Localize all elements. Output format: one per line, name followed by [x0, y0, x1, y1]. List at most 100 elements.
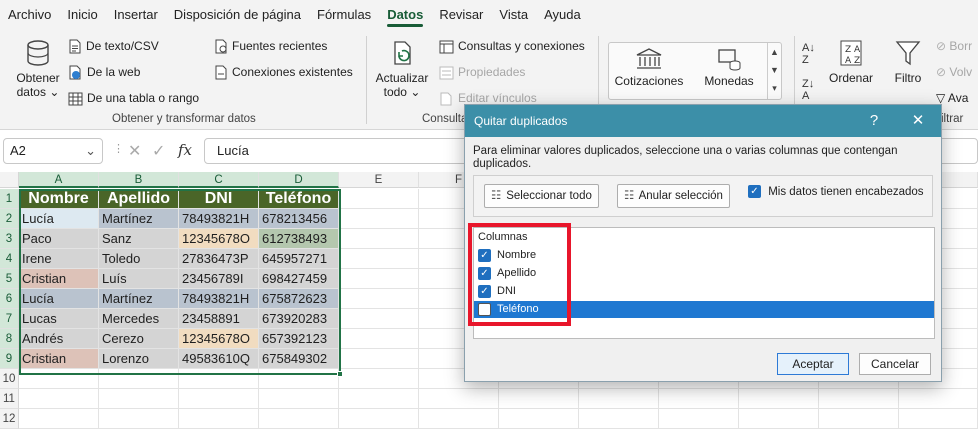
empty-cell[interactable]: [179, 369, 259, 389]
table-cell[interactable]: 78493821H: [179, 289, 259, 309]
column-header-c[interactable]: C: [179, 172, 259, 188]
empty-cell[interactable]: [339, 349, 419, 369]
table-cell[interactable]: Lucía: [19, 209, 99, 229]
headers-checkbox-row[interactable]: ✓ Mis datos tienen encabezados: [748, 185, 924, 198]
menu-tab-8[interactable]: Ayuda: [536, 0, 589, 30]
row-header-11[interactable]: 11: [0, 389, 19, 409]
table-cell[interactable]: Cristian: [19, 349, 99, 369]
name-box[interactable]: A2 ⌄: [3, 138, 103, 164]
de-la-web-button[interactable]: De la web: [68, 65, 140, 80]
table-cell[interactable]: 645957271: [259, 249, 339, 269]
actualizar-todo-button[interactable]: Actualizar todo ⌄: [372, 38, 432, 99]
row-header-4[interactable]: 4: [0, 249, 19, 269]
empty-cell[interactable]: [819, 409, 899, 429]
table-cell[interactable]: Mercedes: [99, 309, 179, 329]
table-cell[interactable]: 23458891: [179, 309, 259, 329]
table-cell[interactable]: 12345678O: [179, 329, 259, 349]
empty-cell[interactable]: [499, 409, 579, 429]
unselect-all-button[interactable]: ☷ Anular selección: [617, 184, 730, 208]
help-button[interactable]: ?: [857, 105, 891, 137]
table-cell[interactable]: 698427459: [259, 269, 339, 289]
table-cell[interactable]: Lucas: [19, 309, 99, 329]
sort-za-icon[interactable]: Z↓ A: [802, 78, 814, 102]
menu-tab-5[interactable]: Datos: [379, 0, 431, 30]
propiedades-button[interactable]: Propiedades: [439, 65, 525, 80]
row-header-3[interactable]: 3: [0, 229, 19, 249]
empty-cell[interactable]: [179, 409, 259, 429]
avanzadas-button[interactable]: ▽ Ava: [936, 91, 968, 105]
table-cell[interactable]: 12345678O: [179, 229, 259, 249]
volver-aplicar-button[interactable]: ⊘ Volv: [936, 65, 972, 79]
table-header-cell[interactable]: Apellido: [99, 189, 179, 209]
table-cell[interactable]: 675849302: [259, 349, 339, 369]
empty-cell[interactable]: [179, 389, 259, 409]
table-cell[interactable]: 23456789I: [179, 269, 259, 289]
accept-button[interactable]: Aceptar: [777, 353, 849, 375]
empty-cell[interactable]: [99, 389, 179, 409]
table-cell[interactable]: Cerezo: [99, 329, 179, 349]
empty-cell[interactable]: [899, 389, 978, 409]
empty-cell[interactable]: [339, 189, 419, 209]
empty-cell[interactable]: [339, 329, 419, 349]
cancel-icon[interactable]: ✕: [128, 141, 141, 161]
row-header-10[interactable]: 10: [0, 369, 19, 389]
headers-checkbox[interactable]: ✓: [748, 185, 761, 198]
table-cell[interactable]: Andrés: [19, 329, 99, 349]
menu-tab-3[interactable]: Disposición de página: [166, 0, 309, 30]
obtener-datos-button[interactable]: Obtener datos ⌄: [14, 38, 62, 99]
table-cell[interactable]: 673920283: [259, 309, 339, 329]
table-cell[interactable]: Lorenzo: [99, 349, 179, 369]
filtro-button[interactable]: Filtro: [890, 38, 926, 85]
empty-cell[interactable]: [339, 249, 419, 269]
table-cell[interactable]: 78493821H: [179, 209, 259, 229]
select-all-button[interactable]: ☷ Seleccionar todo: [484, 184, 599, 208]
table-cell[interactable]: Martínez: [99, 209, 179, 229]
table-cell[interactable]: Lucía: [19, 289, 99, 309]
table-cell[interactable]: 49583610Q: [179, 349, 259, 369]
empty-cell[interactable]: [739, 389, 819, 409]
row-header-12[interactable]: 12: [0, 409, 19, 429]
enter-icon[interactable]: ✓: [152, 141, 165, 161]
empty-cell[interactable]: [339, 389, 419, 409]
select-all-corner[interactable]: [0, 172, 19, 188]
borrar-filtro-button[interactable]: ⊘ Borr: [936, 39, 972, 53]
close-button[interactable]: ✕: [901, 105, 935, 137]
ordenar-button[interactable]: Z AA Z Ordenar: [828, 38, 874, 85]
row-header-6[interactable]: 6: [0, 289, 19, 309]
table-header-cell[interactable]: DNI: [179, 189, 259, 209]
column-header-d[interactable]: D: [259, 172, 339, 188]
menu-tab-2[interactable]: Insertar: [106, 0, 166, 30]
empty-cell[interactable]: [99, 409, 179, 429]
empty-cell[interactable]: [259, 409, 339, 429]
sort-az-icon[interactable]: A↓ Z: [802, 42, 815, 66]
menu-tab-1[interactable]: Inicio: [59, 0, 105, 30]
column-header-b[interactable]: B: [99, 172, 179, 188]
data-types-gallery[interactable]: Cotizaciones Monedas ▲ ▼ ▾: [608, 42, 782, 100]
column-header-e[interactable]: E: [339, 172, 419, 188]
empty-cell[interactable]: [659, 389, 739, 409]
table-cell[interactable]: Luís: [99, 269, 179, 289]
chevron-down-icon[interactable]: ⌄: [85, 139, 96, 163]
empty-cell[interactable]: [899, 409, 978, 429]
row-header-1[interactable]: 1: [0, 189, 19, 209]
empty-cell[interactable]: [339, 369, 419, 389]
de-una-tabla-button[interactable]: De una tabla o rango: [68, 91, 199, 106]
row-header-8[interactable]: 8: [0, 329, 19, 349]
empty-cell[interactable]: [19, 369, 99, 389]
gallery-scroll[interactable]: ▲ ▼ ▾: [767, 43, 781, 99]
empty-cell[interactable]: [419, 409, 499, 429]
empty-cell[interactable]: [19, 389, 99, 409]
row-header-5[interactable]: 5: [0, 269, 19, 289]
more-icon[interactable]: ▾: [768, 79, 781, 97]
empty-cell[interactable]: [339, 309, 419, 329]
table-cell[interactable]: Sanz: [99, 229, 179, 249]
table-cell[interactable]: Paco: [19, 229, 99, 249]
fill-handle[interactable]: [337, 371, 343, 377]
empty-cell[interactable]: [339, 229, 419, 249]
table-header-cell[interactable]: Teléfono: [259, 189, 339, 209]
chevron-up-icon[interactable]: ▲: [768, 43, 781, 61]
consultas-conexiones-button[interactable]: Consultas y conexiones: [439, 39, 585, 54]
table-cell[interactable]: Toledo: [99, 249, 179, 269]
empty-cell[interactable]: [19, 409, 99, 429]
monedas-button[interactable]: Monedas: [693, 47, 765, 88]
